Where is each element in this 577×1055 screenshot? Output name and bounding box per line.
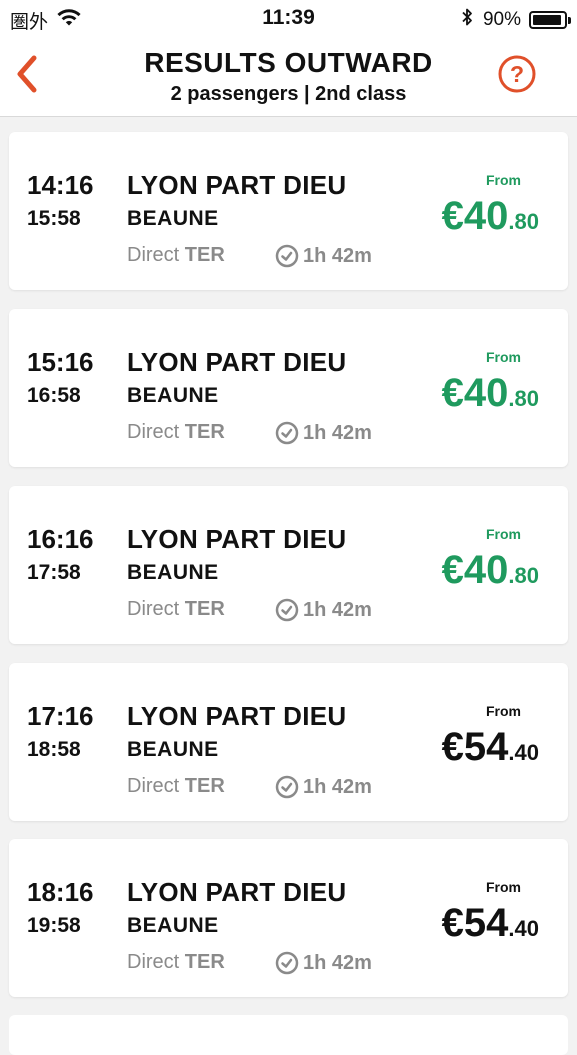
train-type-code: TER: [184, 421, 225, 443]
price-main: €40: [441, 548, 509, 592]
departure-time: 18:16: [27, 877, 94, 907]
train-type: Direct TER: [127, 421, 225, 444]
page-title: RESULTS OUTWARD: [144, 47, 433, 78]
price-main: €40: [441, 371, 509, 415]
departure-time: 16:16: [27, 524, 94, 554]
clock-icon: [275, 598, 299, 622]
price-main: €40: [441, 194, 509, 238]
clock-icon: [275, 775, 299, 799]
result-card[interactable]: 18:16 19:58 LYON PART DIEU BEAUNE Direct…: [9, 839, 568, 997]
from-label: From: [486, 703, 521, 719]
destination-station: BEAUNE: [127, 561, 219, 584]
destination-station: BEAUNE: [127, 914, 219, 937]
duration-text: 1h 42m: [303, 775, 372, 798]
clock-icon: [275, 421, 299, 445]
train-type-label: Direct: [127, 951, 180, 973]
svg-text:?: ?: [510, 61, 524, 87]
destination-station: BEAUNE: [127, 384, 219, 407]
train-type: Direct TER: [127, 244, 225, 267]
price-cents: .80: [508, 563, 539, 588]
price: €54.40: [442, 725, 539, 770]
train-type-label: Direct: [127, 775, 180, 797]
arrival-time: 17:58: [27, 561, 81, 584]
duration: 1h 42m: [275, 775, 372, 799]
price-main: €54: [441, 725, 509, 769]
price: €54.40: [442, 901, 539, 946]
status-bar: 圏外 11:39 90%: [0, 0, 577, 38]
duration: 1h 42m: [275, 244, 372, 268]
train-type-code: TER: [184, 775, 225, 797]
train-type-code: TER: [184, 244, 225, 266]
arrival-time: 18:58: [27, 738, 81, 761]
origin-station: LYON PART DIEU: [127, 170, 347, 200]
duration: 1h 42m: [275, 421, 372, 445]
train-type-code: TER: [184, 951, 225, 973]
origin-station: LYON PART DIEU: [127, 524, 347, 554]
price: €40.80: [442, 371, 539, 416]
train-type-label: Direct: [127, 598, 180, 620]
battery-icon: [529, 11, 571, 29]
train-type: Direct TER: [127, 951, 225, 974]
result-card[interactable]: 17:16 18:58 LYON PART DIEU BEAUNE Direct…: [9, 663, 568, 821]
result-card[interactable]: 15:16 16:58 LYON PART DIEU BEAUNE Direct…: [9, 309, 568, 467]
price-cents: .40: [508, 740, 539, 765]
duration-text: 1h 42m: [303, 244, 372, 267]
train-type: Direct TER: [127, 775, 225, 798]
train-type-code: TER: [184, 598, 225, 620]
duration-text: 1h 42m: [303, 951, 372, 974]
destination-station: BEAUNE: [127, 738, 219, 761]
from-label: From: [486, 526, 521, 542]
battery-percent: 90%: [482, 9, 521, 30]
price-cents: .80: [508, 209, 539, 234]
from-label: From: [486, 879, 521, 895]
origin-station: LYON PART DIEU: [127, 701, 347, 731]
arrival-time: 15:58: [27, 207, 81, 230]
header: RESULTS OUTWARD 2 passengers | 2nd class…: [0, 38, 577, 117]
clock-icon: [275, 951, 299, 975]
from-label: From: [486, 349, 521, 365]
origin-station: LYON PART DIEU: [127, 347, 347, 377]
arrival-time: 19:58: [27, 914, 81, 937]
duration: 1h 42m: [275, 951, 372, 975]
help-button[interactable]: ?: [497, 54, 537, 94]
price-cents: .80: [508, 386, 539, 411]
origin-station: LYON PART DIEU: [127, 877, 347, 907]
price-cents: .40: [508, 916, 539, 941]
departure-time: 14:16: [27, 170, 94, 200]
price: €40.80: [442, 194, 539, 239]
from-label: From: [486, 172, 521, 188]
departure-time: 15:16: [27, 347, 94, 377]
bluetooth-icon: [461, 7, 473, 33]
price-main: €54: [441, 901, 509, 945]
train-type-label: Direct: [127, 244, 180, 266]
duration-text: 1h 42m: [303, 421, 372, 444]
arrival-time: 16:58: [27, 384, 81, 407]
price: €40.80: [442, 548, 539, 593]
duration: 1h 42m: [275, 598, 372, 622]
duration-text: 1h 42m: [303, 598, 372, 621]
destination-station: BEAUNE: [127, 207, 219, 230]
page-subtitle: 2 passengers | 2nd class: [170, 83, 407, 105]
departure-time: 17:16: [27, 701, 94, 731]
result-card-partial[interactable]: [9, 1015, 568, 1055]
clock-icon: [275, 244, 299, 268]
status-right: 90%: [461, 7, 571, 33]
result-card[interactable]: 14:16 15:58 LYON PART DIEU BEAUNE Direct…: [9, 132, 568, 290]
help-icon: ?: [498, 55, 536, 93]
train-type-label: Direct: [127, 421, 180, 443]
result-card[interactable]: 16:16 17:58 LYON PART DIEU BEAUNE Direct…: [9, 486, 568, 644]
train-type: Direct TER: [127, 598, 225, 621]
